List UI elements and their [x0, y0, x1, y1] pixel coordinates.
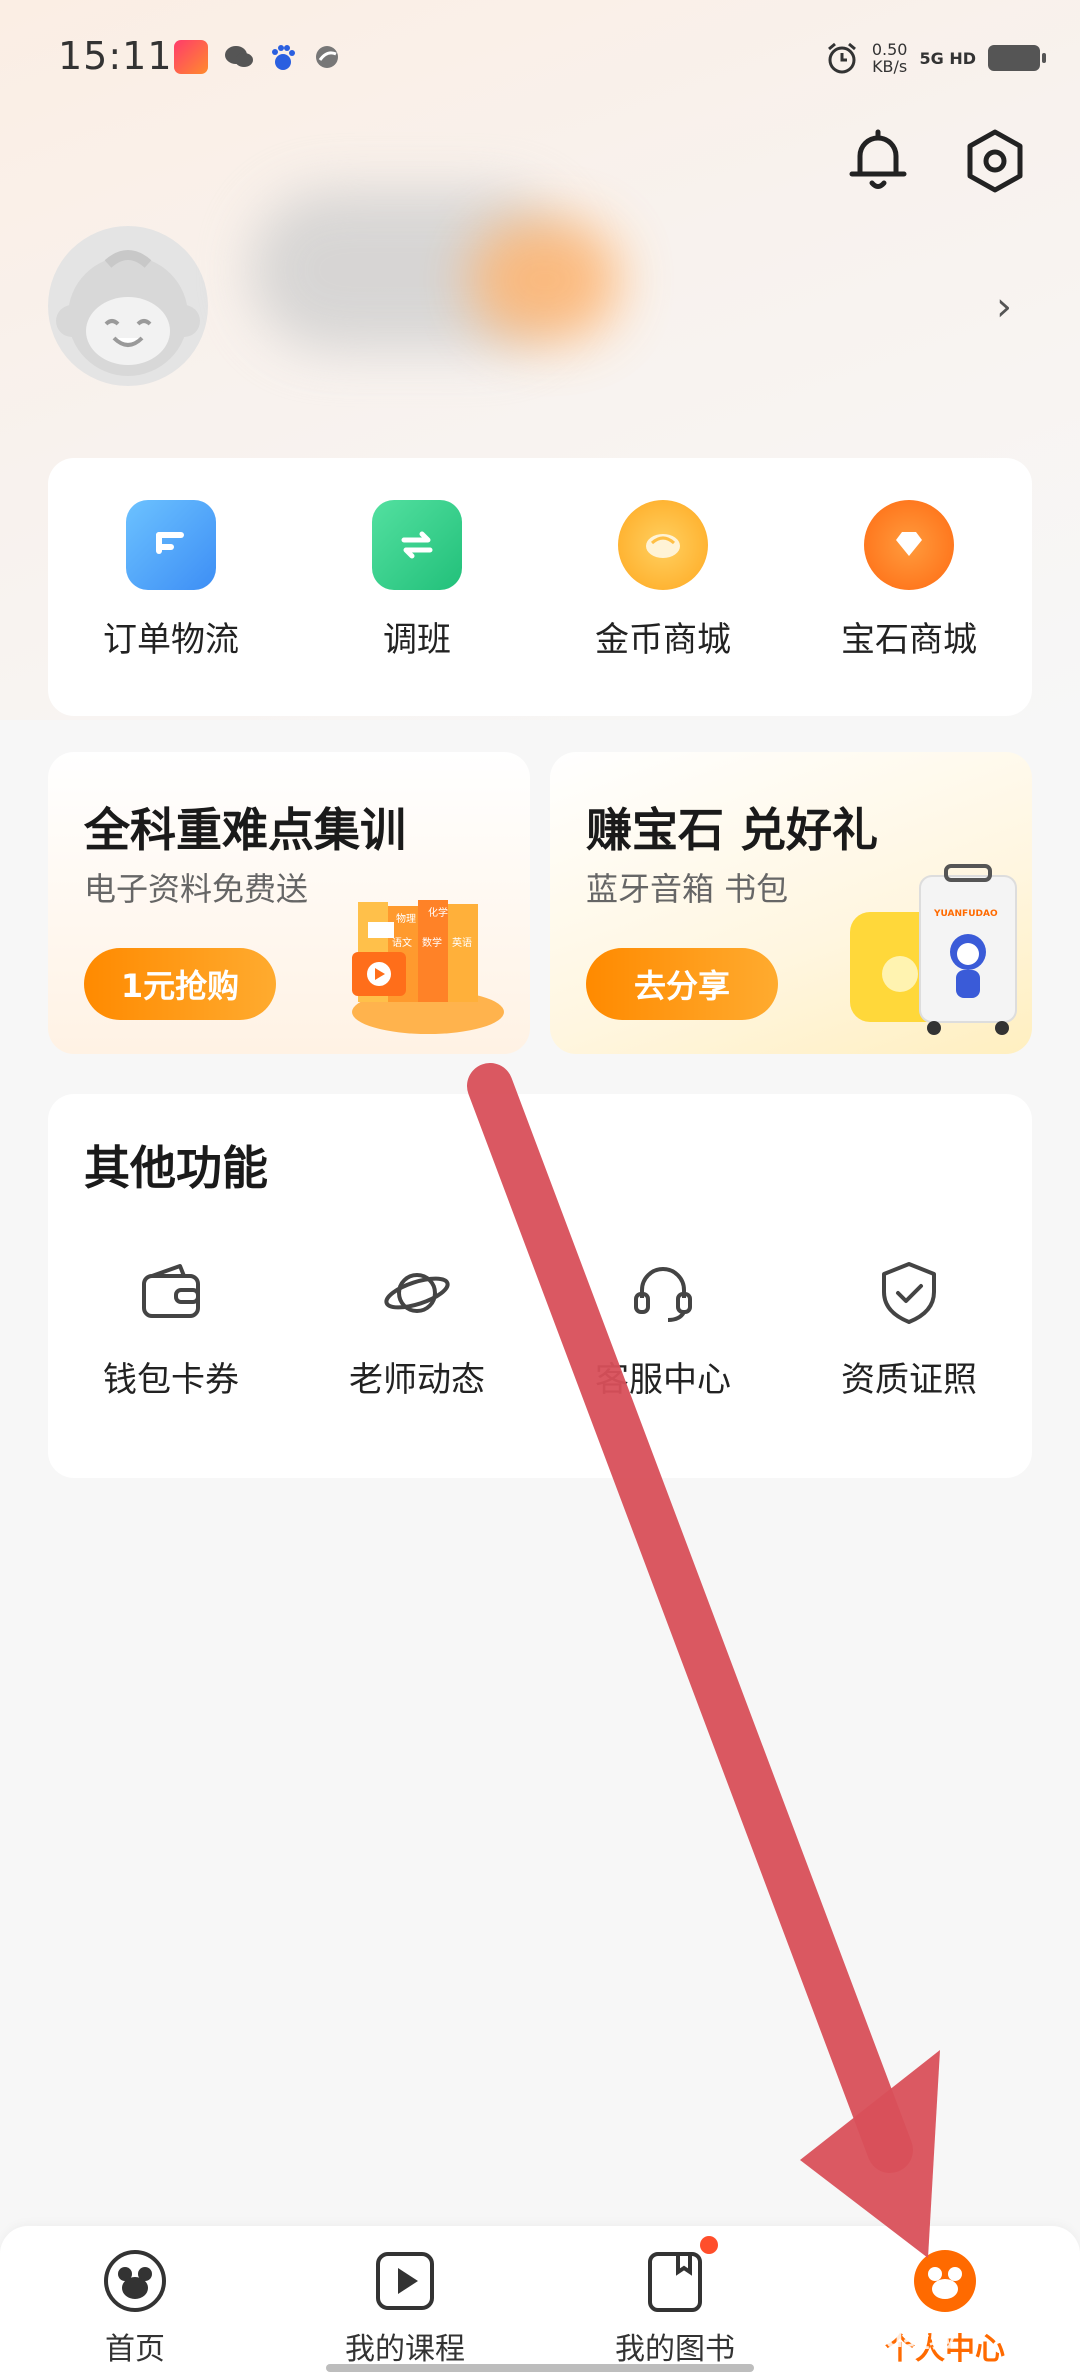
baidu-icon — [272, 45, 295, 70]
book-label-chemistry: 化学 — [428, 906, 448, 919]
quick-action-coin-mall[interactable]: 金币商城 — [540, 458, 786, 716]
book-label-physics: 物理 — [396, 912, 416, 925]
net-speed: 0.50 KB/s — [872, 41, 908, 75]
status-time: 15:11 — [58, 34, 173, 78]
watermark: Baidu经验 — [820, 2324, 956, 2354]
notification-badge — [700, 2236, 718, 2254]
other-item-wallet[interactable]: 钱包卡券 — [48, 1258, 294, 1401]
other-item-label: 钱包卡券 — [103, 1360, 239, 1400]
promo-card-gems[interactable]: 赚宝石 兑好礼 蓝牙音箱 书包 去分享 YUANFUDAO — [550, 752, 1032, 1054]
books-illustration: 物理 化学 语文 数学 英语 — [352, 900, 504, 1034]
avatar[interactable] — [48, 226, 208, 386]
settings-icon[interactable] — [962, 126, 1028, 196]
quick-action-label: 调班 — [383, 620, 451, 660]
promo-card-training[interactable]: 全科重难点集训 电子资料免费送 1元抢购 物理 化学 语文 数学 英语 — [48, 752, 530, 1054]
quick-action-label: 宝石商城 — [841, 620, 977, 660]
share-button[interactable]: 去分享 — [586, 948, 778, 1020]
battery-icon — [988, 45, 1046, 71]
gifts-illustration: YUANFUDAO — [850, 864, 1017, 1035]
tab-label: 首页 — [105, 2332, 165, 2367]
promo-title: 全科重难点集训 — [84, 803, 406, 857]
home-icon — [104, 2250, 166, 2312]
other-item-label: 客服中心 — [595, 1360, 731, 1400]
suitcase-brand: YUANFUDAO — [933, 909, 998, 919]
quick-action-label: 金币商城 — [595, 620, 731, 660]
tab-home[interactable]: 首页 — [0, 2226, 270, 2376]
other-item-teacher-updates[interactable]: 老师动态 — [294, 1258, 540, 1401]
quick-actions-card: 订单物流 调班 金币商城 宝石商城 — [48, 458, 1032, 716]
gem-mall-icon — [864, 500, 954, 590]
other-functions-title: 其他功能 — [84, 1141, 268, 1195]
tab-my-books[interactable]: 我的图书 — [540, 2226, 810, 2376]
alarm-icon — [827, 42, 856, 74]
other-item-label: 资质证照 — [841, 1360, 977, 1400]
buy-one-yuan-button[interactable]: 1元抢购 — [84, 948, 276, 1020]
headset-icon — [634, 1267, 692, 1322]
promo-title: 赚宝石 兑好礼 — [586, 803, 879, 857]
quick-action-gem-mall[interactable]: 宝石商城 — [786, 458, 1032, 716]
wechat-icon — [225, 46, 253, 67]
other-item-qualifications[interactable]: 资质证照 — [786, 1258, 1032, 1401]
blurred-username — [220, 180, 660, 380]
tab-label: 我的课程 — [345, 2332, 465, 2367]
book-label-english: 英语 — [452, 936, 472, 949]
book-label-math: 数学 — [422, 936, 442, 949]
net-speed-value: 0.50 — [871, 40, 908, 59]
avatar-mascot-icon — [56, 250, 200, 376]
tab-label: 我的图书 — [615, 2332, 735, 2367]
planet-icon — [384, 1273, 450, 1313]
home-indicator — [326, 2364, 754, 2372]
book-icon — [648, 2252, 702, 2312]
status-bar: 15:11 0.50 KB/s 5G HD — [0, 0, 1080, 115]
bell-icon[interactable] — [846, 126, 910, 196]
play-icon — [376, 2252, 434, 2310]
signal-indicator: 5G HD — [919, 48, 976, 68]
profile-icon — [914, 2250, 976, 2312]
net-speed-unit: KB/s — [872, 57, 908, 76]
promo-subtitle: 蓝牙音箱 书包 — [586, 870, 789, 908]
other-functions-row: 钱包卡券 老师动态 客服中心 资质证照 — [48, 1258, 1032, 1401]
notification-app-icon — [174, 40, 208, 74]
quick-action-switch-class[interactable]: 调班 — [294, 458, 540, 716]
promo-subtitle: 电子资料免费送 — [84, 870, 309, 908]
wallet-icon — [142, 1264, 200, 1318]
browser-icon — [316, 46, 338, 68]
other-functions-card: 其他功能 钱包卡券 老师动态 客服中心 资质证照 — [48, 1094, 1032, 1478]
quick-action-order-logistics[interactable]: 订单物流 — [48, 458, 294, 716]
quick-action-label: 订单物流 — [103, 620, 239, 660]
order-logistics-icon — [126, 500, 216, 590]
switch-class-icon — [372, 500, 462, 590]
chevron-right-icon[interactable]: › — [996, 284, 1012, 330]
other-item-customer-service[interactable]: 客服中心 — [540, 1258, 786, 1401]
shield-check-icon — [882, 1262, 936, 1324]
other-item-label: 老师动态 — [349, 1360, 485, 1400]
coin-mall-icon — [618, 500, 708, 590]
status-right-group: 0.50 KB/s 5G HD — [824, 36, 1046, 80]
tab-my-courses[interactable]: 我的课程 — [270, 2226, 540, 2376]
book-label-chinese: 语文 — [392, 936, 412, 949]
